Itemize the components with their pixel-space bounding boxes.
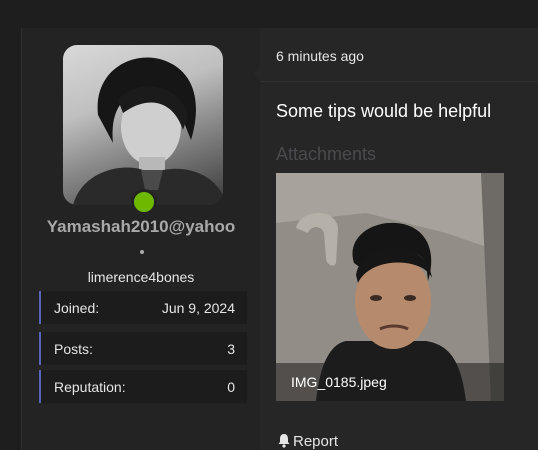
message-header-divider [261,81,538,82]
username-ellipsis [140,250,144,254]
stat-label: Posts: [54,341,93,357]
message-body: Some tips would be helpful [276,101,492,121]
message-timestamp[interactable]: 6 minutes ago [276,48,364,64]
stat-joined: Joined: Jun 9, 2024 [39,291,247,324]
attachments-heading: Attachments [276,144,377,164]
stat-reputation: Reputation: 0 [39,370,247,403]
stat-posts: Posts: 3 [39,332,247,365]
user-avatar[interactable] [63,45,223,205]
stat-value[interactable]: 3 [227,341,235,357]
user-title: limerence4bones [87,269,195,285]
stat-value: 0 [227,379,235,395]
report-button[interactable]: Report [277,433,338,450]
attachment-caption: IMG_0185.jpeg [276,363,504,401]
attachment-filename[interactable]: IMG_0185.jpeg [291,374,387,390]
message-arrow [253,66,261,82]
message-user-column: Yamashah2010@yahoo limerence4bones Joine… [22,28,260,450]
attachment-thumbnail[interactable]: IMG_0185.jpeg [276,173,504,401]
message-content-column: 6 minutes ago Some tips would be helpful… [253,28,538,450]
stat-label: Reputation: [54,379,126,395]
stat-label: Joined: [54,300,100,316]
bell-icon [278,434,290,448]
stat-value: Jun 9, 2024 [161,300,235,316]
username-link[interactable]: Yamashah2010@yahoo [22,217,260,241]
report-label: Report [293,433,339,450]
message-post: Yamashah2010@yahoo limerence4bones Joine… [21,28,538,450]
online-status-indicator [131,189,157,215]
